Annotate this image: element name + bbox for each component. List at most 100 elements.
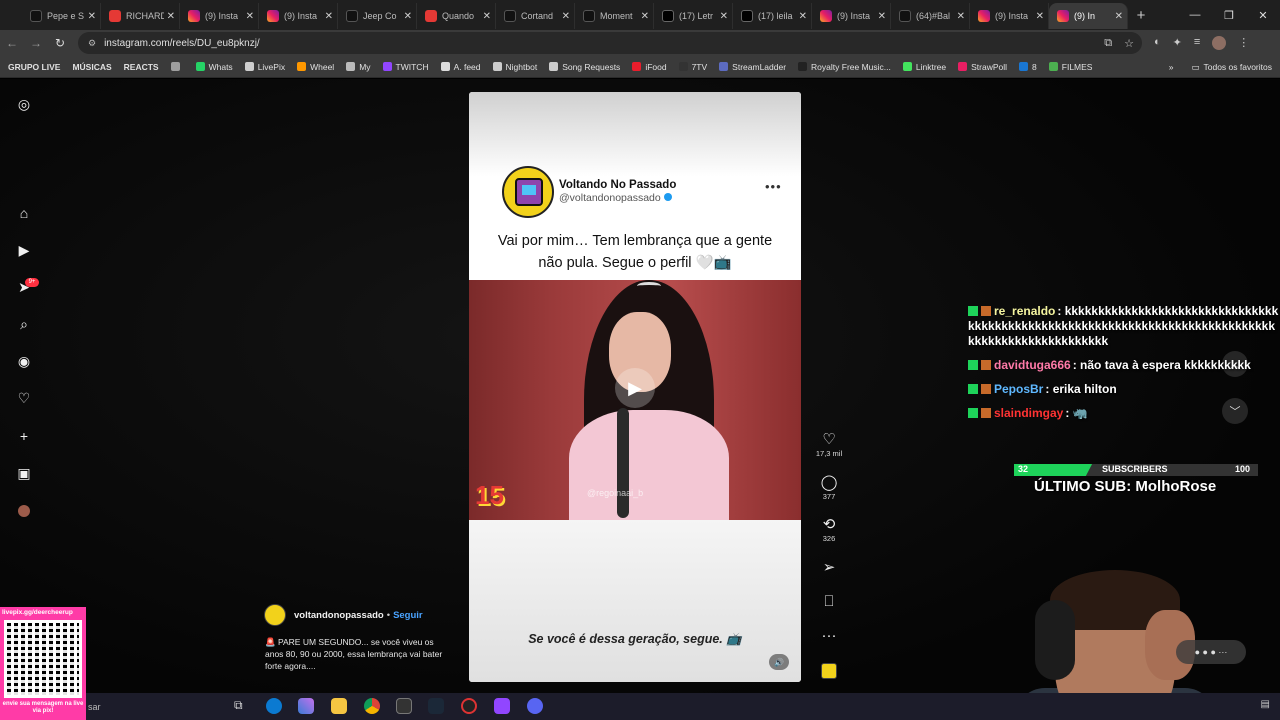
- bookmark-star-icon[interactable]: ☆: [1124, 37, 1134, 50]
- close-tab-icon[interactable]: ✕: [562, 11, 570, 22]
- tab-5[interactable]: Quando ✕: [417, 3, 496, 29]
- bookmarks-overflow-icon[interactable]: »: [1169, 62, 1174, 72]
- author-avatar[interactable]: [264, 604, 286, 626]
- site-info-icon[interactable]: ⚙: [88, 38, 96, 49]
- tab-8[interactable]: (17) Letr ✕: [654, 3, 733, 29]
- edge-icon[interactable]: [266, 698, 282, 714]
- twitch-icon[interactable]: [494, 698, 510, 714]
- close-tab-icon[interactable]: ✕: [483, 11, 491, 22]
- discord-icon[interactable]: [527, 698, 543, 714]
- search-icon[interactable]: ⌕: [16, 316, 32, 332]
- close-tab-icon[interactable]: ✕: [167, 11, 175, 22]
- close-tab-icon[interactable]: ✕: [641, 11, 649, 22]
- bookmark-13[interactable]: 7TV: [673, 62, 714, 72]
- bookmark-17[interactable]: StrawPoll: [952, 62, 1013, 72]
- bookmark-9[interactable]: A. feed: [435, 62, 487, 72]
- tab-11[interactable]: (64)#Bal ✕: [891, 3, 970, 29]
- task-view-icon[interactable]: ⧉: [234, 698, 250, 714]
- tab-3[interactable]: (9) Insta ✕: [259, 3, 338, 29]
- reload-icon[interactable]: ↻: [48, 36, 72, 50]
- tab-10[interactable]: (9) Insta ✕: [812, 3, 891, 29]
- tab-9[interactable]: (17) leila ✕: [733, 3, 812, 29]
- copilot-icon[interactable]: [298, 698, 314, 714]
- bookmark-2[interactable]: REACTS: [118, 62, 165, 72]
- puzzle-icon[interactable]: ✦: [1173, 36, 1182, 50]
- bookmark-10[interactable]: Nightbot: [487, 62, 544, 72]
- close-tab-icon[interactable]: ✕: [88, 11, 96, 22]
- more-button[interactable]: ···: [812, 627, 846, 645]
- tab-4[interactable]: Jeep Co ✕: [338, 3, 417, 29]
- bookmark-5[interactable]: LivePix: [239, 62, 291, 72]
- tab-7[interactable]: Moment ✕: [575, 3, 654, 29]
- bookmark-4[interactable]: Whats: [190, 62, 239, 72]
- play-icon[interactable]: ▶: [615, 368, 655, 408]
- like-button[interactable]: ♡ 17,3 mil: [812, 430, 846, 458]
- extension-icon[interactable]: ◐: [1154, 36, 1161, 50]
- app-icon[interactable]: [396, 698, 412, 714]
- bookmark-1[interactable]: MÚSICAS: [66, 62, 117, 72]
- reels-icon[interactable]: ▶: [16, 242, 32, 258]
- follow-button[interactable]: Seguir: [393, 610, 423, 621]
- maximize-icon[interactable]: ❐: [1212, 9, 1246, 22]
- tab-0[interactable]: Pepe e S ✕: [22, 3, 101, 29]
- share-button[interactable]: ➢: [812, 558, 846, 576]
- comment-button[interactable]: ◯ 377: [812, 473, 846, 501]
- new-tab-button[interactable]: +: [1128, 7, 1154, 24]
- audio-thumbnail[interactable]: [821, 663, 837, 679]
- author-name[interactable]: voltandonopassado: [294, 610, 384, 621]
- home-icon[interactable]: ⌂: [16, 205, 32, 221]
- bookmark-16[interactable]: Linktree: [897, 62, 952, 72]
- close-tab-icon[interactable]: ✕: [720, 11, 728, 22]
- menu-dots-icon[interactable]: ⋮: [1238, 36, 1249, 50]
- tab-12[interactable]: (9) Insta ✕: [970, 3, 1049, 29]
- bookmark-19[interactable]: FILMES: [1043, 62, 1099, 72]
- instagram-logo-icon[interactable]: ◎: [16, 96, 32, 112]
- address-bar[interactable]: ⚙ instagram.com/reels/DU_eu8pknzj/ ⧉ ☆: [78, 32, 1142, 54]
- bookmark-0[interactable]: GRUPO LIVE: [2, 62, 66, 72]
- bookmark-12[interactable]: iFood: [626, 62, 672, 72]
- profile-avatar[interactable]: [1212, 36, 1227, 50]
- bookmark-15[interactable]: Royalty Free Music...: [792, 62, 897, 72]
- taskbar-search[interactable]: sar: [86, 693, 223, 720]
- chrome-icon[interactable]: [364, 698, 380, 714]
- bookmark-8[interactable]: TWITCH: [377, 62, 435, 72]
- steam-icon[interactable]: [428, 698, 444, 714]
- bookmark-14[interactable]: StreamLadder: [713, 62, 792, 72]
- bookmark-11[interactable]: Song Requests: [543, 62, 626, 72]
- explore-icon[interactable]: ◉: [16, 353, 32, 369]
- close-tab-icon[interactable]: ✕: [878, 11, 886, 22]
- tab-13[interactable]: (9) In ✕: [1049, 3, 1128, 29]
- media-icon[interactable]: ≡: [1194, 36, 1200, 50]
- reel-player[interactable]: Voltando No Passado @voltandonopassado •…: [469, 92, 801, 682]
- close-window-icon[interactable]: ✕: [1246, 9, 1280, 22]
- minimize-icon[interactable]: —: [1178, 9, 1212, 21]
- tab-6[interactable]: Cortand ✕: [496, 3, 575, 29]
- save-button[interactable]: ⎕: [812, 593, 846, 611]
- repost-button[interactable]: ⟲ 326: [812, 515, 846, 543]
- close-tab-icon[interactable]: ✕: [404, 11, 412, 22]
- tab-2[interactable]: (9) Insta ✕: [180, 3, 259, 29]
- bookmark-7[interactable]: My: [340, 62, 376, 72]
- create-icon[interactable]: +: [16, 428, 32, 444]
- notification-icon[interactable]: ▤: [1261, 699, 1270, 710]
- tab-1[interactable]: RICHARD ✕: [101, 3, 180, 29]
- close-tab-icon[interactable]: ✕: [1115, 11, 1123, 22]
- bookmark-6[interactable]: Wheel: [291, 62, 340, 72]
- dashboard-icon[interactable]: ▣: [16, 465, 32, 481]
- obs-icon[interactable]: [461, 698, 477, 714]
- close-tab-icon[interactable]: ✕: [957, 11, 965, 22]
- reel-video-frame[interactable]: ▶ 15 @regoinaai_b: [469, 280, 801, 520]
- all-bookmarks[interactable]: Todos os favoritos: [1203, 62, 1272, 72]
- close-tab-icon[interactable]: ✕: [1036, 11, 1044, 22]
- bookmark-18[interactable]: 8: [1013, 62, 1043, 72]
- file-explorer-icon[interactable]: [331, 698, 347, 714]
- audio-icon[interactable]: 🔊: [769, 654, 789, 670]
- close-tab-icon[interactable]: ✕: [325, 11, 333, 22]
- participant-avatars[interactable]: ● ● ● ···: [1176, 640, 1246, 664]
- bookmark-3[interactable]: [165, 62, 190, 72]
- install-app-icon[interactable]: ⧉: [1104, 37, 1112, 50]
- back-icon[interactable]: ←: [0, 36, 24, 50]
- profile-icon[interactable]: [16, 503, 32, 519]
- forward-icon[interactable]: →: [24, 36, 48, 50]
- close-tab-icon[interactable]: ✕: [246, 11, 254, 22]
